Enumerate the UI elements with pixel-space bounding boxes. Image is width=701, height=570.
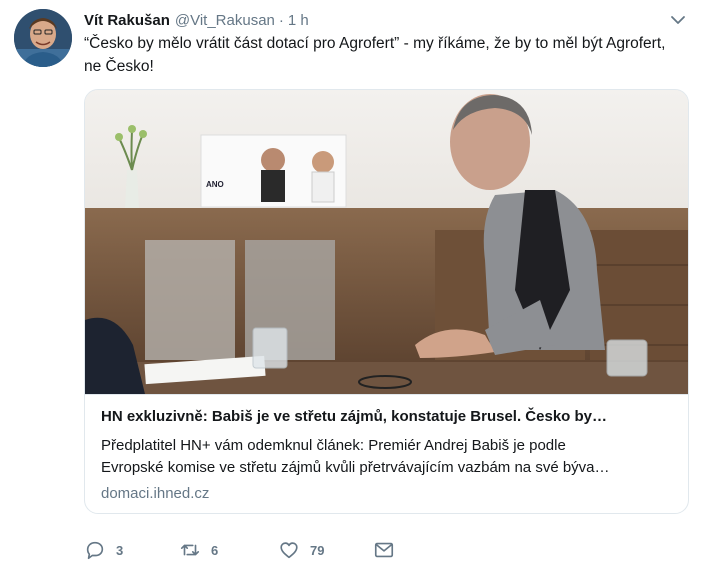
card-title[interactable]: HN exkluzivně: Babiš je ve střetu zájmů,… <box>101 407 674 427</box>
author-name[interactable]: Vít Rakušan <box>84 12 170 29</box>
reply-icon <box>86 541 104 560</box>
retweet-button[interactable]: 6 <box>179 538 218 562</box>
tweet-timestamp[interactable]: 1 h <box>288 12 309 29</box>
like-count: 79 <box>310 542 325 558</box>
tweet-actions: 3 6 79 <box>84 538 484 562</box>
heart-icon <box>280 542 298 559</box>
card-image: ANO <box>85 90 688 394</box>
retweet-count: 6 <box>211 542 219 558</box>
retweet-icon <box>180 544 200 556</box>
card-description: Předplatitel HN+ vám odemknul článek: Pr… <box>101 435 674 479</box>
tweet-text: “Česko by mělo vrátit část dotací pro Ag… <box>84 35 666 75</box>
poster-text: ANO <box>206 180 224 189</box>
card-body: HN exkluzivně: Babiš je ve střetu zájmů,… <box>85 394 688 513</box>
dm-button[interactable] <box>373 538 395 562</box>
link-card[interactable]: ANO HN exkluzivně: Babiš je ve střetu zá… <box>84 89 689 514</box>
avatar[interactable] <box>14 9 72 67</box>
card-domain[interactable]: domaci.ihned.cz <box>101 483 674 505</box>
card-description-line: Evropské komise ve střetu zájmů kvůli př… <box>101 459 610 476</box>
separator-dot: · <box>278 11 284 29</box>
card-description-line: Předplatitel HN+ vám odemknul článek: Pr… <box>101 437 566 454</box>
chevron-down-icon[interactable] <box>669 11 687 29</box>
reply-button[interactable]: 3 <box>84 538 123 562</box>
reply-count: 3 <box>116 542 124 558</box>
avatar-photo <box>14 9 72 67</box>
card-photo: ANO <box>85 90 688 394</box>
like-button[interactable]: 79 <box>278 538 324 562</box>
author-handle[interactable]: @Vit_Rakusan <box>175 12 275 29</box>
tweet-header: Vít Rakušan @Vit_Rakusan · 1 h <box>84 9 687 31</box>
envelope-icon <box>374 542 394 558</box>
